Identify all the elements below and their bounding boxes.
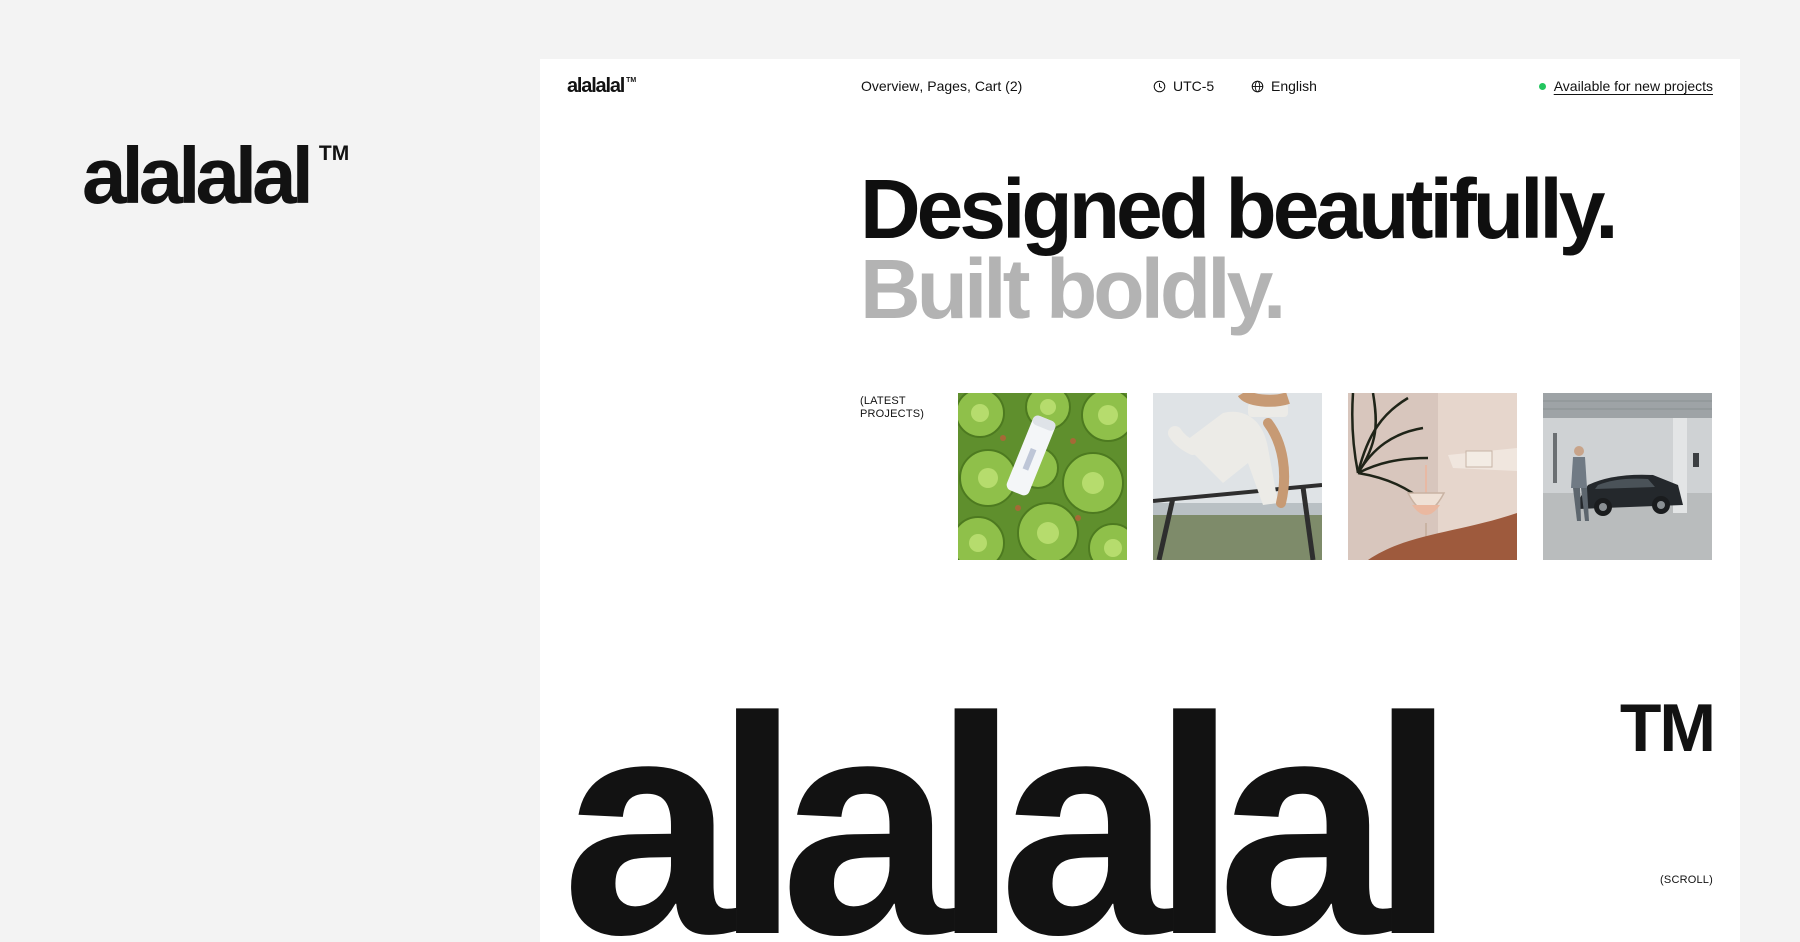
brand-wordmark: alalalal bbox=[567, 75, 625, 97]
latest-projects-label: (LATEST PROJECTS) bbox=[860, 395, 925, 420]
nav-separator: , bbox=[966, 78, 971, 94]
scroll-indicator[interactable]: (SCROLL) bbox=[1660, 874, 1713, 886]
status-dot-icon bbox=[1538, 82, 1546, 90]
globe-icon bbox=[1251, 80, 1264, 92]
project-thumbnail-fitness[interactable] bbox=[1153, 393, 1322, 560]
language-selector[interactable]: English bbox=[1251, 79, 1317, 93]
brand-logo[interactable]: alalalal TM bbox=[567, 76, 636, 96]
footer-wordmark: alalalal bbox=[562, 652, 1456, 942]
project-thumbnail-succulents[interactable] bbox=[958, 393, 1127, 560]
outer-logo-trademark: TM bbox=[318, 142, 350, 165]
timezone-display: UTC-5 bbox=[1153, 79, 1214, 93]
clock-icon bbox=[1153, 80, 1166, 92]
timezone-label: UTC-5 bbox=[1173, 78, 1215, 94]
nav-link-cart[interactable]: Cart (2) bbox=[975, 79, 1022, 93]
availability-status: Available for new projects bbox=[1538, 79, 1713, 93]
main-menu: Overview, Pages, Cart (2) bbox=[861, 79, 1022, 93]
succulents-image bbox=[958, 393, 1127, 560]
project-thumbnail-car[interactable] bbox=[1543, 393, 1712, 560]
brand-trademark: TM bbox=[626, 77, 637, 84]
fitness-image bbox=[1153, 393, 1322, 560]
car-image bbox=[1543, 393, 1712, 560]
outer-logo: alalalal TM bbox=[82, 136, 349, 216]
hero-line-primary: Designed beautifully. bbox=[860, 162, 1619, 256]
language-label: English bbox=[1271, 78, 1317, 94]
top-navigation-bar: alalalal TM Overview, Pages, Cart (2) UT… bbox=[540, 59, 1740, 115]
outer-logo-wordmark: alalalal bbox=[82, 131, 314, 220]
availability-link[interactable]: Available for new projects bbox=[1554, 79, 1713, 93]
nav-link-overview[interactable]: Overview bbox=[861, 79, 919, 93]
wine-image bbox=[1348, 393, 1517, 560]
project-thumbnail-wine[interactable] bbox=[1348, 393, 1517, 560]
hero-heading: Designed beautifully. Built boldly. bbox=[860, 162, 1619, 336]
nav-separator: , bbox=[919, 78, 924, 94]
latest-projects-gallery bbox=[958, 393, 1712, 560]
hero-line-secondary: Built boldly. bbox=[860, 242, 1286, 336]
nav-link-pages[interactable]: Pages bbox=[927, 79, 967, 93]
website-preview: alalalal TM Overview, Pages, Cart (2) UT… bbox=[540, 59, 1740, 942]
footer-trademark: TM bbox=[1619, 690, 1716, 766]
